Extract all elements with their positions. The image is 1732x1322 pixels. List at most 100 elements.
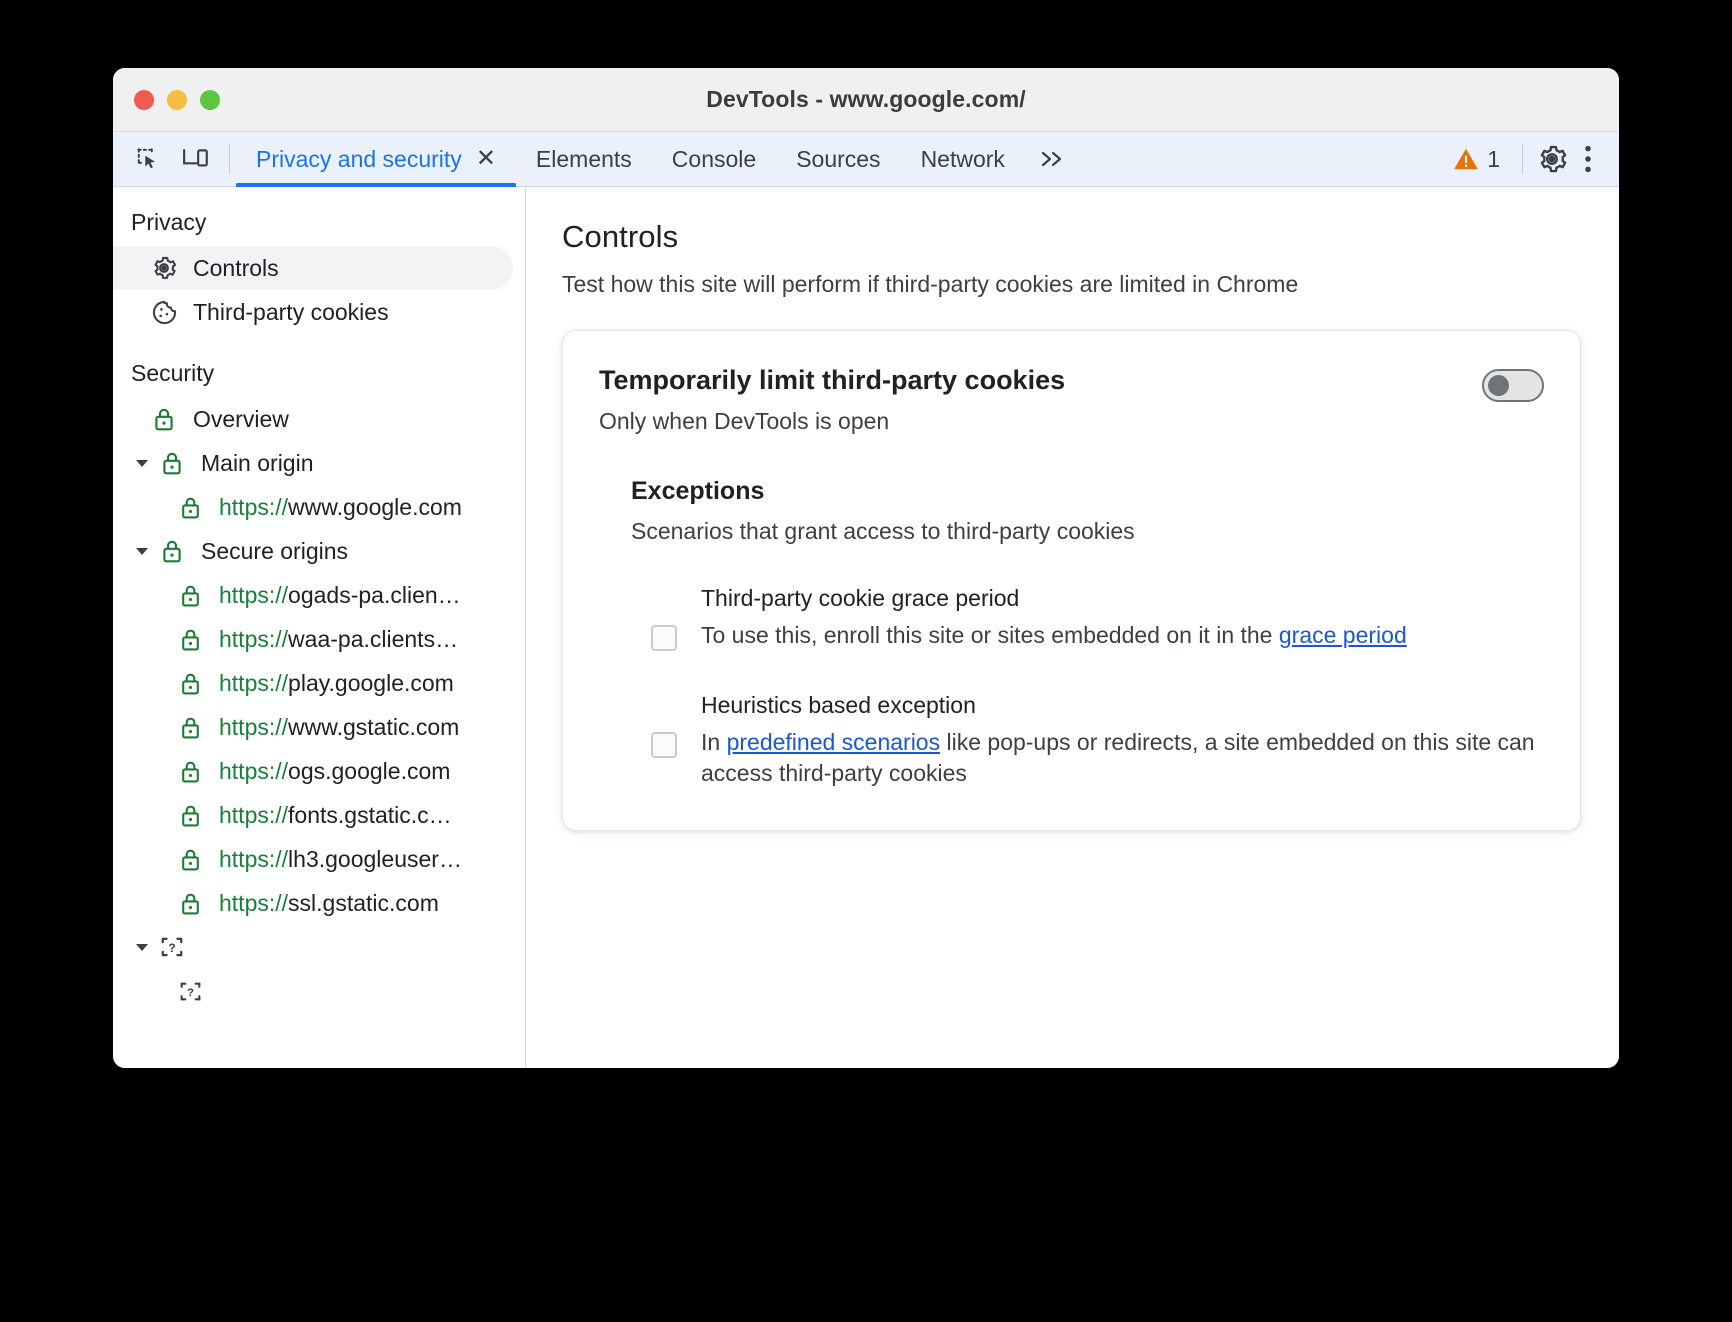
lock-icon (175, 844, 205, 874)
sidebar-item-origin[interactable]: https://ssl.gstatic.com (113, 881, 513, 925)
exceptions-section: Exceptions Scenarios that grant access t… (599, 477, 1544, 790)
chevron-down-icon[interactable] (131, 452, 153, 474)
grace-period-checkbox[interactable] (651, 625, 677, 651)
tab-privacy-and-security[interactable]: Privacy and security ✕ (236, 132, 516, 187)
chevron-down-icon[interactable] (131, 540, 153, 562)
lock-icon (157, 536, 187, 566)
unknown-icon: ? (175, 976, 205, 1006)
sidebar-item-origin[interactable]: https://play.google.com (113, 661, 513, 705)
sidebar-item-origin[interactable]: https://www.google.com (113, 485, 513, 529)
exception-grace-period: Third-party cookie grace period To use t… (631, 585, 1544, 652)
tabbar-right-icons: 1 (1443, 132, 1619, 186)
more-tabs-icon[interactable] (1025, 132, 1081, 186)
sidebar-item-origin[interactable]: https://ogs.google.com (113, 749, 513, 793)
lock-icon (157, 448, 187, 478)
toggle-knob (1488, 375, 1509, 396)
exceptions-subtitle: Scenarios that grant access to third-par… (631, 518, 1135, 544)
card-title: Temporarily limit third-party cookies (599, 365, 1066, 395)
origin-scheme: https:// (219, 889, 289, 916)
devtools-tabbar: Privacy and security ✕ Elements Console … (113, 132, 1619, 187)
lock-icon (175, 492, 205, 522)
sidebar-item-main-origin[interactable]: Main origin (113, 441, 513, 485)
sidebar-item-controls[interactable]: Controls (113, 246, 513, 290)
origin-host: waa-pa.clients… (288, 625, 459, 652)
sidebar-item-label: Secure origins (201, 537, 349, 564)
tab-label: Privacy and security (256, 145, 462, 172)
sidebar-item-third-party-cookies[interactable]: Third-party cookies (113, 290, 513, 334)
warning-count: 1 (1487, 145, 1500, 172)
lock-icon (175, 668, 205, 698)
sidebar-item-origin-url: https://ssl.gstatic.com (219, 890, 439, 917)
sidebar-item-origin-url: https://lh3.googleuser… (219, 846, 462, 873)
origin-host: www.gstatic.com (288, 713, 460, 740)
heuristics-checkbox[interactable] (651, 731, 677, 758)
origin-host: fonts.gstatic.c… (288, 801, 452, 828)
tabbar-left-icons (113, 132, 223, 186)
sidebar-item-origin[interactable]: ? (113, 969, 513, 1013)
tab-label: Network (920, 145, 1005, 172)
sidebar-item-origin[interactable]: https://ogads-pa.clien… (113, 573, 513, 617)
origin-scheme: https:// (219, 845, 289, 872)
lock-icon (149, 404, 179, 434)
sidebar-item-origin[interactable]: https://www.gstatic.com (113, 705, 513, 749)
card-subtitle: Only when DevTools is open (599, 408, 890, 434)
tab-label: Elements (535, 145, 632, 172)
more-vertical-icon[interactable] (1571, 142, 1605, 176)
window-title: DevTools - www.google.com/ (706, 86, 1026, 112)
exception-title: Third-party cookie grace period (701, 585, 1020, 611)
predefined-scenarios-link[interactable]: predefined scenarios (727, 729, 941, 755)
origin-host: ssl.gstatic.com (288, 889, 439, 916)
sidebar-item-origin-url: https://play.google.com (219, 670, 454, 697)
tabbar-divider (229, 144, 230, 174)
origin-host: ogs.google.com (288, 757, 451, 784)
origin-scheme: https:// (219, 581, 289, 608)
maximize-window-button[interactable] (200, 89, 220, 110)
origin-host: ogads-pa.clien… (288, 581, 461, 608)
origin-host: play.google.com (288, 669, 454, 696)
warning-badge[interactable]: 1 (1443, 146, 1510, 173)
tab-network[interactable]: Network (901, 132, 1025, 186)
tab-list: Privacy and security ✕ Elements Console … (236, 132, 1443, 187)
inspect-element-icon[interactable] (131, 142, 165, 176)
tab-console[interactable]: Console (652, 132, 776, 186)
sidebar-item-origin[interactable]: https://waa-pa.clients… (113, 617, 513, 661)
tabbar-right-divider (1522, 144, 1523, 174)
sidebar-item-origin-url: https://ogs.google.com (219, 758, 450, 785)
gear-icon[interactable] (1535, 142, 1569, 176)
sidebar-item-origin[interactable]: https://fonts.gstatic.c… (113, 793, 513, 837)
grace-period-link[interactable]: grace period (1279, 622, 1407, 648)
sidebar-item-origin-url: https://ogads-pa.clien… (219, 582, 461, 609)
card-header-text: Temporarily limit third-party cookies On… (599, 365, 1065, 435)
sidebar-item-unknown-canceled[interactable]: ? (113, 925, 513, 969)
window-titlebar: DevTools - www.google.com/ (113, 68, 1619, 132)
exception-description: To use this, enroll this site or sites e… (701, 620, 1544, 652)
chevron-down-icon[interactable] (131, 936, 153, 958)
lock-icon (175, 888, 205, 918)
origin-scheme: https:// (219, 669, 289, 696)
svg-text:?: ? (187, 987, 194, 999)
lock-icon (175, 624, 205, 654)
sidebar-item-label: Overview (193, 405, 289, 432)
tab-elements[interactable]: Elements (516, 132, 652, 186)
sidebar-group-privacy-title: Privacy (131, 209, 207, 235)
close-window-button[interactable] (134, 89, 154, 110)
close-icon[interactable]: ✕ (476, 147, 496, 171)
limit-cookies-toggle[interactable] (1482, 369, 1544, 402)
sidebar-item-origin[interactable]: https://lh3.googleuser… (113, 837, 513, 881)
sidebar-group-security-title: Security (131, 360, 215, 386)
sidebar-item-label: Main origin (201, 449, 314, 476)
privacy-security-sidebar[interactable]: Privacy Controls Third-party cookies Sec… (113, 187, 526, 1068)
exception-desc-before: To use this, enroll this site or sites e… (701, 622, 1279, 648)
minimize-window-button[interactable] (167, 89, 187, 110)
sidebar-item-overview[interactable]: Overview (113, 397, 513, 441)
device-toolbar-icon[interactable] (179, 142, 213, 176)
origin-scheme: https:// (219, 757, 289, 784)
exception-title: Heuristics based exception (701, 691, 976, 718)
svg-text:?: ? (168, 941, 175, 955)
window-traffic-lights (134, 89, 220, 110)
origin-scheme: https:// (219, 713, 289, 740)
page-title: Controls (562, 219, 679, 254)
card-header: Temporarily limit third-party cookies On… (599, 365, 1544, 435)
sidebar-item-secure-origins[interactable]: Secure origins (113, 529, 513, 573)
tab-sources[interactable]: Sources (776, 132, 900, 186)
